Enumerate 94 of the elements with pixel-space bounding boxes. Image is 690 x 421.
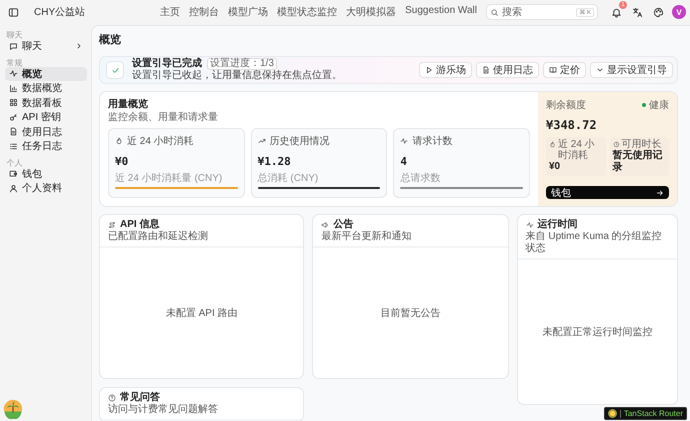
book-icon (549, 66, 557, 74)
activity-icon (9, 69, 18, 78)
sidebar-item[interactable]: 钱包 (5, 166, 87, 180)
stat-caption: 总请求数 (400, 172, 442, 185)
card-title: 用量概览 (108, 98, 149, 111)
search-input[interactable]: 搜索 (502, 6, 574, 18)
stat-label: 历史使用情况 (270, 134, 330, 148)
progress-badge: 设置进度：1/3 (207, 58, 277, 70)
sidebar-item[interactable]: 数据概览 (5, 81, 87, 95)
chat-bubble-icon (9, 42, 18, 50)
nav-link[interactable]: Suggestion Wall (405, 5, 477, 19)
detail-value: ¥0 (549, 161, 562, 173)
section-label: 聊天 (6, 30, 24, 38)
card-subtitle: 已配置路由和延迟检测 (108, 231, 209, 243)
list-icon (9, 142, 18, 150)
site-title: CHY公益站 (34, 6, 86, 19)
card-subtitle: 来自 Uptime Kuma 的分组监控状态 (526, 231, 663, 255)
status-dot (642, 103, 646, 107)
card-subtitle: 最新平台更新和通知 (321, 231, 412, 243)
wallet-icon (9, 169, 18, 178)
banner-button[interactable]: 显示设置引导 (590, 62, 673, 78)
trend-up-icon (258, 137, 266, 145)
chevron-icon (596, 66, 604, 74)
help-icon (108, 394, 116, 402)
flame-icon (115, 137, 123, 145)
island-logo-icon[interactable] (3, 399, 23, 419)
section-label: 个人 (6, 158, 24, 166)
nav-link[interactable]: 模型状态监控 (277, 5, 338, 19)
bar-chart-icon (9, 84, 18, 92)
page-title: 概览 (99, 32, 122, 48)
banner-text: 设置引导已收起，让用量信息保持在焦点位置。 (132, 70, 343, 82)
flame-icon (549, 141, 556, 148)
megaphone-icon (321, 221, 330, 229)
card-title: API 信息 (120, 219, 160, 230)
key-icon (9, 112, 18, 122)
nav-link[interactable]: 模型广场 (228, 5, 268, 19)
translate-icon (632, 6, 642, 18)
sidebar-item[interactable]: 数据看板 (5, 96, 87, 110)
theme-button[interactable] (651, 5, 665, 19)
language-button[interactable] (630, 5, 644, 19)
search-icon (490, 8, 499, 16)
stat-value: 4 (400, 155, 408, 168)
sidebar-item[interactable]: 任务日志 (5, 139, 87, 153)
banner-button[interactable]: 游乐场 (419, 62, 472, 78)
card-title: 运行时间 (538, 219, 578, 231)
stat-value: ¥0 (115, 155, 130, 168)
arrow-right-icon (656, 188, 664, 196)
grid-icon (9, 98, 18, 107)
sidebar-item[interactable]: 个人资料 (5, 181, 87, 195)
play-icon (425, 66, 433, 74)
activity-icon (400, 137, 408, 145)
empty-message: 未配置 API 路由 (166, 306, 238, 320)
sidebar-item[interactable]: 使用日志 (5, 124, 87, 138)
card-title: 公告 (333, 219, 354, 230)
nav-link[interactable]: 主页 (160, 5, 180, 19)
route-icon (108, 221, 116, 229)
bell-icon (610, 6, 622, 18)
sidebar-toggle-icon (8, 6, 18, 18)
detail-label: 近 24 小时消耗 (558, 139, 596, 161)
stat-caption: 近 24 小时消耗量 (CNY) (115, 172, 224, 185)
document-icon (9, 127, 18, 136)
stat-label: 近 24 小时消耗 (127, 134, 194, 148)
detail-value: 暂无使用记录 (612, 150, 664, 174)
flower-logo-icon (608, 409, 617, 418)
wallet-button[interactable]: 钱包 (546, 186, 669, 199)
detail-label: 可用时长 (622, 139, 662, 150)
sidebar-item[interactable]: 概览 (5, 66, 87, 80)
check-icon (106, 61, 124, 79)
stat-label: 请求计数 (412, 134, 452, 148)
balance-amount: ¥348.72 (546, 118, 598, 132)
banner-button[interactable]: 定价 (543, 62, 586, 78)
stat-value: ¥1.28 (258, 155, 292, 168)
palette-icon (652, 6, 664, 18)
user-icon (9, 184, 18, 192)
sidebar-item[interactable]: 聊天 (5, 39, 87, 53)
stat-caption: 总消耗 (CNY) (258, 172, 320, 185)
nav-link[interactable]: 控制台 (189, 5, 220, 19)
user-avatar[interactable]: V (672, 5, 686, 19)
empty-message: 目前暂无公告 (380, 306, 440, 320)
balance-label: 剩余额度 (546, 98, 586, 112)
card-subtitle: 访问与计费常见问题解答 (108, 404, 219, 416)
clock-icon (612, 141, 620, 148)
nav-link[interactable]: 大明模拟器 (346, 5, 396, 19)
banner-button[interactable]: 使用日志 (476, 62, 539, 78)
card-subtitle: 监控余额、用量和请求量 (108, 111, 219, 124)
devtools-button[interactable]: TanStack Router (604, 407, 687, 420)
document-icon (482, 66, 490, 74)
empty-message: 未配置正常运行时间监控 (542, 326, 652, 339)
sidebar-item[interactable]: API 密钥 (5, 110, 87, 124)
activity-icon (526, 221, 534, 229)
banner-title: 设置引导已完成 (132, 58, 202, 70)
section-label: 常规 (6, 58, 24, 66)
status-label: 健康 (649, 98, 669, 112)
card-title: 常见问答 (120, 392, 160, 404)
